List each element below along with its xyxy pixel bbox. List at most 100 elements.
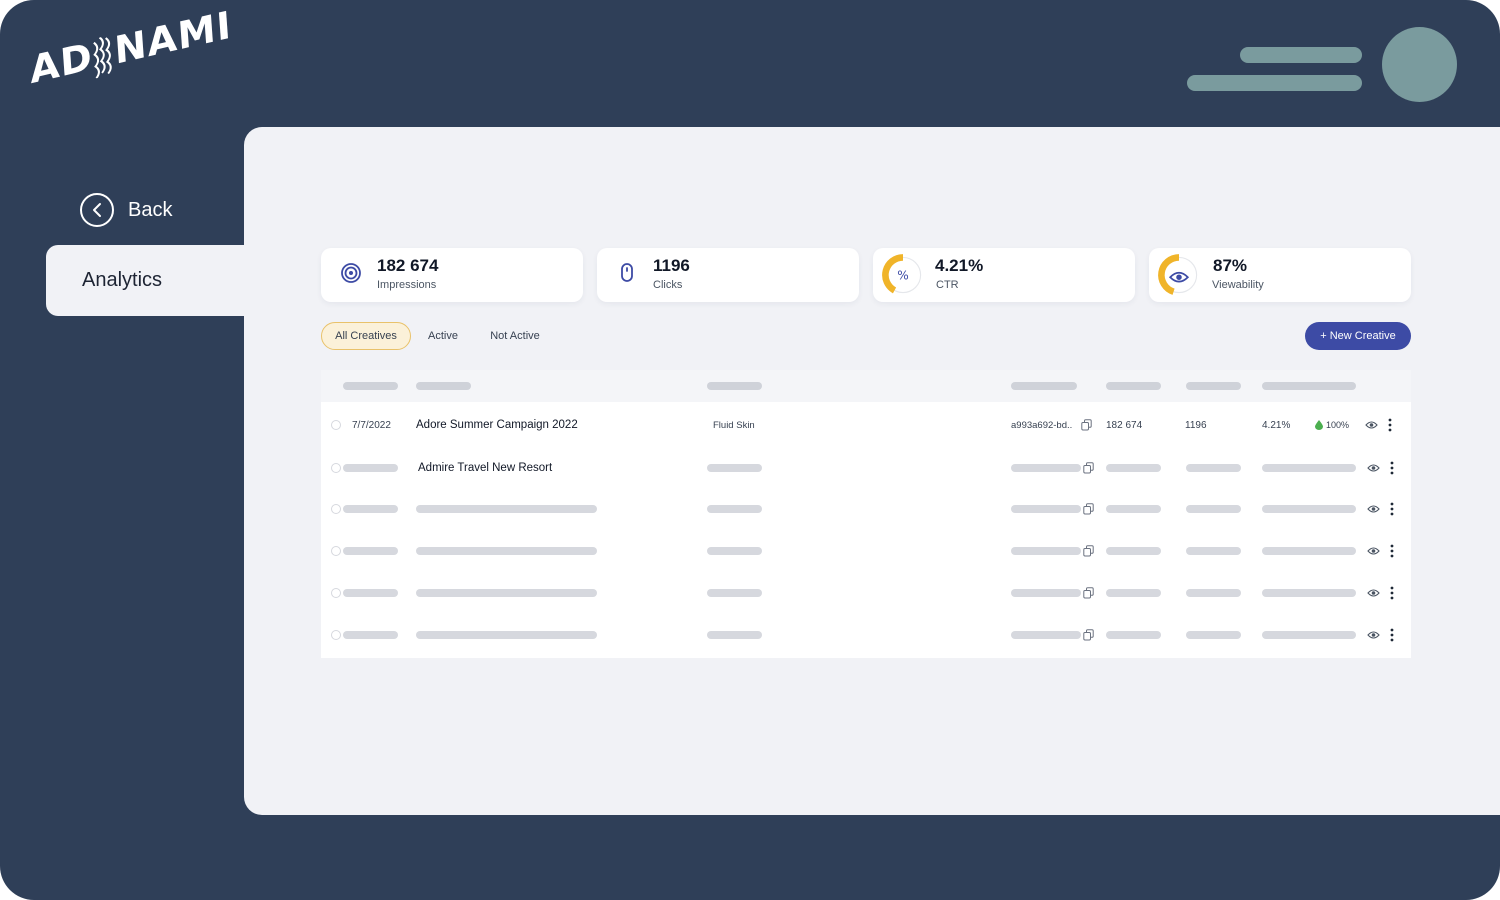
more-options-icon[interactable] (1390, 544, 1394, 558)
header-placeholder-line-2 (1187, 75, 1362, 91)
row-placeholder (1011, 464, 1081, 472)
header-placeholder (1262, 382, 1356, 390)
more-options-icon[interactable] (1390, 628, 1394, 642)
row-date: 7/7/2022 (352, 419, 391, 431)
stat-value: 4.21% (935, 256, 984, 275)
header-placeholder (343, 382, 398, 390)
header-placeholder (1011, 382, 1077, 390)
row-checkbox[interactable] (331, 420, 341, 430)
row-placeholder (1186, 589, 1241, 597)
table-header (321, 370, 1411, 402)
mouse-icon (621, 263, 633, 282)
stat-card-impressions: 182 674 Impressions (321, 248, 583, 302)
row-checkbox[interactable] (331, 463, 341, 473)
table-row[interactable]: 7/7/2022 Adore Summer Campaign 2022 Flui… (321, 404, 1411, 446)
drop-icon (1315, 420, 1323, 430)
svg-text:%: % (897, 268, 909, 282)
header-placeholder (1186, 382, 1241, 390)
row-format: Fluid Skin (713, 419, 755, 431)
more-options-icon[interactable] (1388, 418, 1392, 432)
row-checkbox[interactable] (331, 630, 341, 640)
stat-card-clicks: 1196 Clicks (597, 248, 859, 302)
copy-icon[interactable] (1083, 587, 1094, 599)
row-placeholder (343, 589, 398, 597)
eye-icon[interactable] (1365, 420, 1378, 430)
row-placeholder (1262, 631, 1356, 639)
back-button[interactable]: Back (80, 192, 172, 228)
header-placeholder (1106, 382, 1161, 390)
stat-value: 1196 (653, 256, 690, 275)
row-placeholder (1186, 631, 1241, 639)
row-clicks: 1196 (1185, 419, 1207, 431)
eye-icon[interactable] (1367, 630, 1380, 640)
copy-icon[interactable] (1083, 545, 1094, 557)
adnami-logo: AD NAMI (28, 2, 234, 93)
copy-icon[interactable] (1081, 419, 1092, 431)
row-placeholder (1011, 631, 1081, 639)
chevron-left-icon (80, 193, 114, 227)
sidebar-item-analytics[interactable]: Analytics (46, 245, 256, 316)
table-row[interactable] (321, 614, 1411, 656)
row-placeholder (1262, 464, 1356, 472)
row-placeholder (1186, 547, 1241, 555)
sidebar-item-label: Analytics (82, 269, 163, 291)
eye-icon[interactable] (1367, 504, 1380, 514)
stat-label: Clicks (653, 279, 683, 291)
stat-label: Viewability (1212, 279, 1264, 291)
row-placeholder (416, 631, 597, 639)
row-placeholder (1186, 464, 1241, 472)
row-id: a993a692-bd.. (1011, 419, 1073, 431)
filter-all-creatives[interactable]: All Creatives (321, 322, 411, 350)
more-options-icon[interactable] (1390, 461, 1394, 475)
table-row[interactable]: Admire Travel New Resort (321, 447, 1411, 489)
row-placeholder (416, 547, 597, 555)
stat-value: 182 674 (377, 256, 439, 275)
copy-icon[interactable] (1083, 503, 1094, 515)
row-placeholder (1186, 505, 1241, 513)
eye-icon[interactable] (1367, 546, 1380, 556)
table-row[interactable] (321, 488, 1411, 530)
logo-wave-icon (93, 36, 112, 79)
new-creative-button[interactable]: + New Creative (1305, 322, 1411, 350)
header-placeholder-line-1 (1240, 47, 1362, 63)
row-placeholder (707, 589, 762, 597)
stat-label: Impressions (377, 279, 437, 291)
filter-not-active[interactable]: Not Active (482, 322, 548, 350)
avatar[interactable] (1382, 27, 1457, 102)
row-placeholder (1106, 547, 1161, 555)
row-placeholder (1262, 547, 1356, 555)
stat-card-viewability: 87% Viewability (1149, 248, 1411, 302)
row-placeholder (1011, 547, 1081, 555)
row-checkbox[interactable] (331, 546, 341, 556)
table-row[interactable] (321, 572, 1411, 614)
stat-label: CTR (936, 279, 959, 291)
table-row[interactable] (321, 530, 1411, 572)
row-ctr: 4.21% (1262, 419, 1291, 431)
filter-active[interactable]: Active (420, 322, 466, 350)
row-placeholder (1262, 589, 1356, 597)
row-checkbox[interactable] (331, 588, 341, 598)
row-checkbox[interactable] (331, 504, 341, 514)
row-viewability-value: 100% (1326, 420, 1350, 430)
row-placeholder (416, 589, 597, 597)
row-placeholder (1106, 589, 1161, 597)
percent-gauge-icon: % (882, 254, 922, 294)
row-placeholder (707, 631, 762, 639)
row-placeholder (1011, 589, 1081, 597)
header-placeholder (416, 382, 471, 390)
row-name: Admire Travel New Resort (418, 462, 553, 474)
row-impressions: 182 674 (1106, 419, 1143, 431)
row-placeholder (1106, 505, 1161, 513)
more-options-icon[interactable] (1390, 502, 1394, 516)
row-placeholder (343, 547, 398, 555)
row-placeholder (343, 505, 398, 513)
eye-icon[interactable] (1367, 588, 1380, 598)
more-options-icon[interactable] (1390, 586, 1394, 600)
copy-icon[interactable] (1083, 629, 1094, 641)
copy-icon[interactable] (1083, 462, 1094, 474)
row-placeholder (707, 505, 762, 513)
target-icon (341, 263, 361, 283)
eye-icon[interactable] (1367, 463, 1380, 473)
eye-gauge-icon (1158, 254, 1198, 295)
row-placeholder (1011, 505, 1081, 513)
